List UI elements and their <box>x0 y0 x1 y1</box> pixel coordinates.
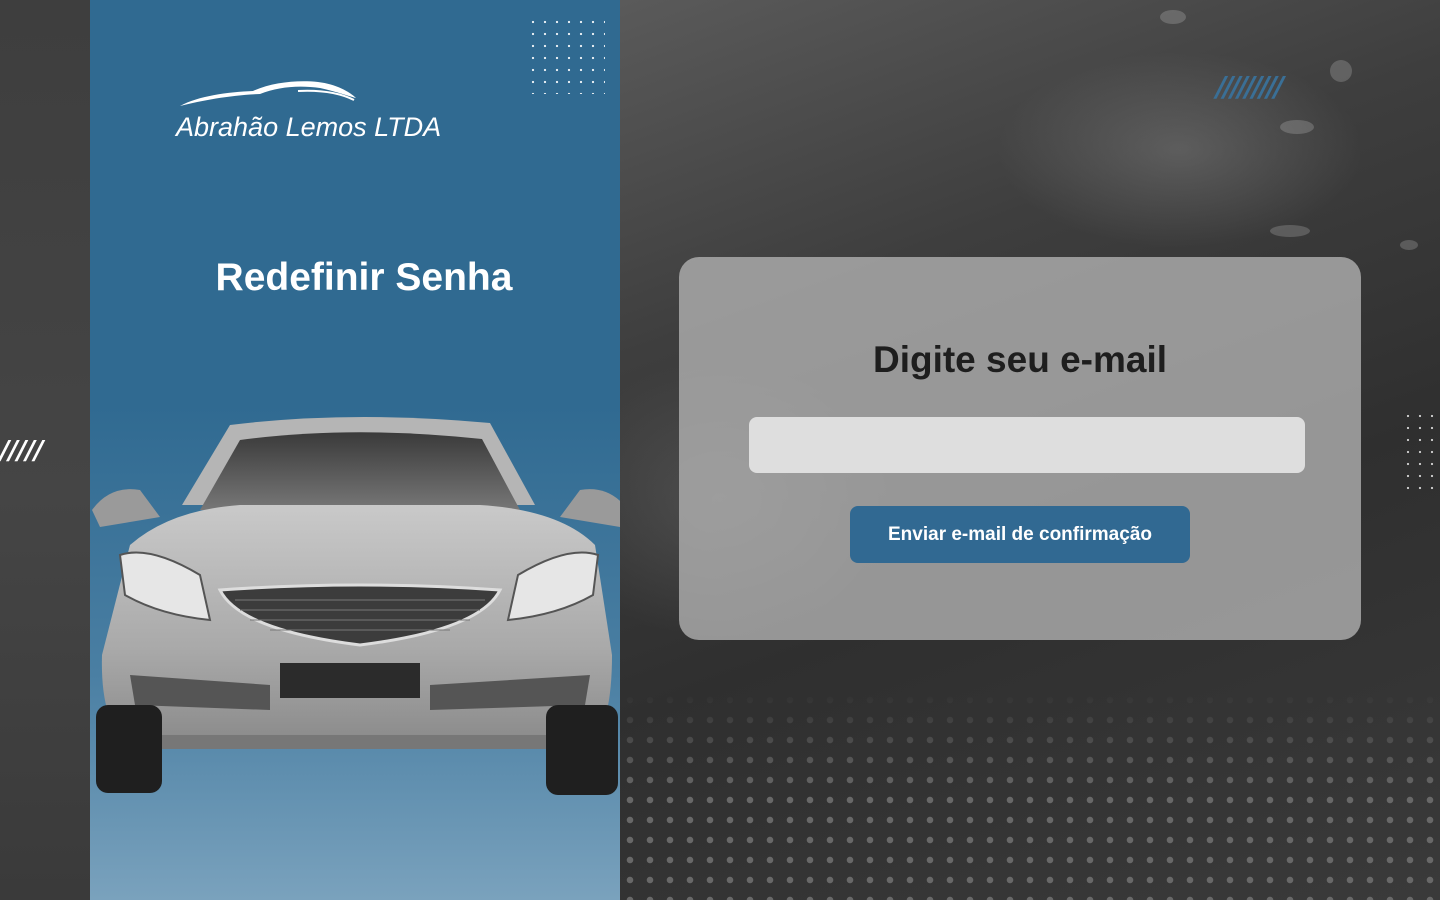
page-title: Redefinir Senha <box>215 256 513 299</box>
email-field[interactable] <box>749 417 1305 473</box>
light-reflection <box>1160 10 1186 24</box>
decorative-dot-grid <box>527 16 605 94</box>
branding-panel: Abrahão Lemos LTDA Redefinir Senha <box>90 0 620 900</box>
left-strip: ///// <box>0 0 90 900</box>
light-reflection <box>1400 240 1418 250</box>
decorative-slashes: ///////// <box>1216 70 1284 103</box>
light-reflection <box>1270 225 1310 237</box>
light-reflection <box>1280 120 1314 134</box>
car-silhouette-icon <box>180 81 356 106</box>
company-name: Abrahão Lemos LTDA <box>176 112 442 142</box>
send-confirmation-email-button[interactable]: Enviar e-mail de confirmação <box>850 506 1190 563</box>
reset-password-card: Digite seu e-mail Enviar e-mail de confi… <box>679 257 1361 640</box>
decorative-slashes: ///// <box>0 436 43 466</box>
sedan-car-front-icon <box>92 416 620 795</box>
company-logo: Abrahão Lemos LTDA <box>176 78 466 148</box>
decorative-dot-grid <box>1402 410 1438 490</box>
form-title: Digite seu e-mail <box>872 339 1168 380</box>
decorative-dot-pattern <box>620 690 1440 900</box>
light-reflection <box>1330 60 1352 82</box>
